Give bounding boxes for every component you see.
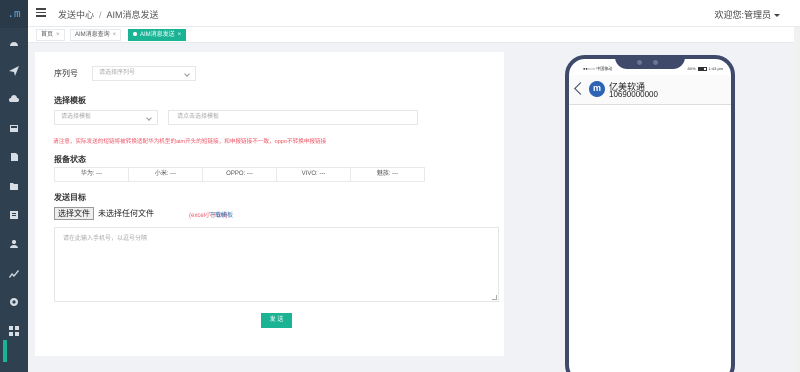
status-cell-meizu: 魅族: --- (376, 171, 399, 177)
battery-text: 80% (687, 66, 696, 71)
choose-file-button[interactable]: 选择文件 (54, 207, 94, 220)
phone-numbers-textarea[interactable]: 请在此输入手机号，以逗号分隔 (54, 227, 499, 302)
dashboard-icon[interactable] (8, 37, 20, 49)
template-section-title: 选择模板 (54, 96, 86, 105)
sender-avatar: m (589, 81, 605, 97)
user-menu[interactable]: 欢迎您:管理员 (714, 8, 780, 21)
report-icon[interactable] (8, 209, 20, 221)
status-indicator (3, 340, 7, 362)
serial-select[interactable]: 请选择序列号 (92, 66, 196, 81)
tab-label: 首页 (41, 32, 54, 38)
inbox-icon[interactable] (8, 122, 20, 134)
template-select-value: 请选择模板 (61, 114, 92, 120)
menu-toggle-icon[interactable] (36, 8, 46, 18)
carrier-text: ●●○○○ 中国移动 (583, 66, 613, 71)
document-icon[interactable] (8, 151, 20, 163)
phone-status-bar: ●●○○○ 中国移动 80% 1:43 pm (569, 65, 731, 73)
status-table: 华为: --- 小米: --- OPPO: --- VIVO: --- 魅族: … (54, 167, 425, 182)
status-cell-huawei: 华为: --- (55, 168, 129, 181)
tab-label: AIM消息发送 (140, 32, 175, 38)
send-form-panel: 序列号 请选择序列号 选择模板 请选择模板 请点击选择模板 请注意，实际发送的短… (35, 52, 504, 356)
grid-icon[interactable] (8, 325, 20, 337)
status-right: 80% 1:43 pm (688, 66, 723, 71)
phone-preview: ●●○○○ 中国移动 80% 1:43 pm m 亿美软通 10690000000 (565, 55, 735, 372)
page-scrollbar[interactable] (794, 27, 800, 372)
back-chevron-icon[interactable] (574, 82, 587, 95)
phone-numbers-placeholder: 请在此输入手机号，以逗号分隔 (63, 236, 148, 242)
status-section-title: 报备状态 (54, 155, 86, 164)
tab-home[interactable]: 首页 × (36, 29, 65, 41)
sender-number: 10690000000 (609, 90, 658, 99)
chat-header: m 亿美软通 10690000000 (569, 75, 731, 105)
time-text: 1:43 pm (708, 66, 723, 71)
breadcrumb: 发送中心 / AIM消息发送 (58, 8, 159, 21)
cloud-icon[interactable] (8, 93, 20, 105)
breadcrumb-separator: / (99, 10, 102, 20)
tab-close-icon[interactable]: × (178, 32, 182, 38)
breadcrumb-root[interactable]: 发送中心 (58, 10, 94, 20)
download-template-link[interactable]: 下载模板 (209, 210, 233, 219)
send-button[interactable]: 发 送 (261, 313, 292, 328)
breadcrumb-current: AIM消息发送 (106, 10, 159, 20)
app-logo[interactable]: .m (0, 0, 28, 28)
tab-bar: 首页 × AIM消息查询 × AIM消息发送 × (28, 27, 800, 43)
template-select[interactable]: 请选择模板 (54, 110, 158, 125)
tab-close-icon[interactable]: × (56, 32, 60, 38)
tab-label: AIM消息查询 (75, 32, 110, 38)
users-icon[interactable] (8, 238, 20, 250)
notice-text: 请注意，实际发送的短链将被转换适配华为机型的aim开头的短链接，和申报链接不一致… (53, 139, 327, 145)
battery-icon (697, 66, 707, 71)
tab-aim-query[interactable]: AIM消息查询 × (70, 29, 122, 41)
chevron-down-icon (146, 115, 152, 121)
active-dot-icon (133, 32, 137, 37)
top-header: 发送中心 / AIM消息发送 欢迎您:管理员 (28, 0, 800, 27)
file-status-text: 未选择任何文件 (98, 209, 154, 218)
serial-select-value: 请选择序列号 (99, 70, 136, 76)
folder-icon[interactable] (8, 180, 20, 192)
sidebar: .m (0, 0, 28, 372)
target-section-title: 发送目标 (54, 193, 86, 202)
settings-icon[interactable] (8, 296, 20, 308)
status-cell-vivo: VIVO: --- (277, 168, 351, 181)
serial-label: 序列号 (54, 69, 78, 78)
status-cell-oppo: OPPO: --- (203, 168, 277, 181)
resize-grip-icon[interactable] (492, 295, 497, 300)
caret-down-icon (774, 14, 780, 18)
user-greeting: 欢迎您:管理员 (714, 10, 771, 20)
chevron-down-icon (184, 71, 190, 77)
chart-icon[interactable] (8, 267, 20, 279)
template-input[interactable]: 请点击选择模板 (168, 110, 418, 125)
send-icon[interactable] (8, 65, 20, 77)
template-input-placeholder: 请点击选择模板 (177, 114, 220, 120)
tab-aim-send[interactable]: AIM消息发送 × (128, 29, 187, 41)
status-cell-xiaomi: 小米: --- (129, 168, 203, 181)
tab-close-icon[interactable]: × (113, 32, 117, 38)
